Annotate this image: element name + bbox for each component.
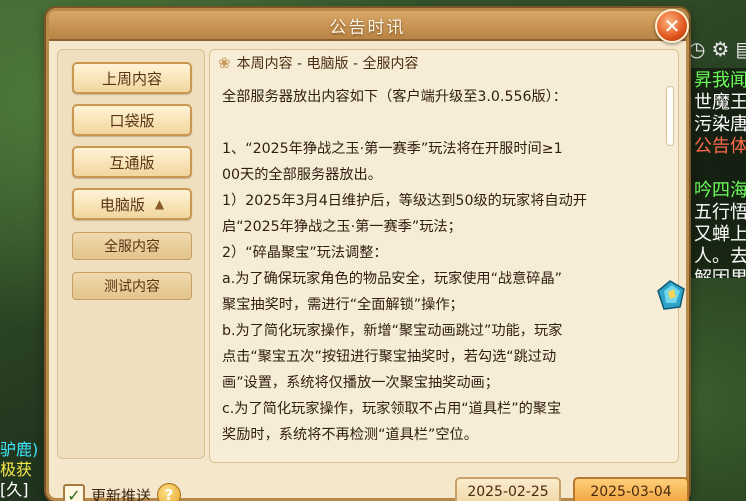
body-line: a.为了确保玩家角色的物品安全，玩家使用“战意碎晶” xyxy=(222,271,563,287)
gem-icon[interactable] xyxy=(652,277,688,313)
sidebar-subitem-test[interactable]: 测试内容 xyxy=(72,272,192,300)
sidebar-item-label: 电脑版 xyxy=(99,195,145,214)
body-line: 点击“聚宝五次”按钮进行聚宝抽奖时，若勾选“跳过动 xyxy=(222,349,557,365)
content-scrollbar[interactable] xyxy=(666,84,674,454)
scrollbar-thumb[interactable] xyxy=(666,86,674,146)
body-line: 1、“2025年狰战之玉·第一赛季”玩法将在开服时间≥1 xyxy=(222,141,563,157)
sidebar-subitem-all-servers[interactable]: 全服内容 xyxy=(72,232,192,260)
sidebar-item-pc[interactable]: 电脑版 ▲ xyxy=(72,188,192,220)
chat-line: 污染唐 xyxy=(694,114,746,135)
content-breadcrumb: ❀ 本周内容 - 电脑版 - 全服内容 xyxy=(218,52,418,74)
help-icon[interactable]: ? xyxy=(157,483,182,501)
right-chat-panel: 昇我闻 世魔王 污染唐 公告体 吟四海 五行悟 又蝉上 人。去 解因果 xyxy=(690,68,746,278)
clock-icon[interactable]: ◷ xyxy=(688,37,705,61)
window-title: 公告时讯 xyxy=(329,17,406,38)
sidebar-item-label: 上周内容 xyxy=(101,69,162,88)
sidebar-subitem-label: 测试内容 xyxy=(104,279,160,295)
update-push-checkbox[interactable]: ✓ xyxy=(63,484,85,501)
gear-icon[interactable]: ⚙ xyxy=(711,37,729,61)
breadcrumb-text: 本周内容 - 电脑版 - 全服内容 xyxy=(236,56,419,72)
announcement-window: 公告时讯 ✕ 上周内容 口袋版 互通版 电脑版 ▲ 全服内容 测试内容 ❀ 本周… xyxy=(46,8,689,501)
date-tab-previous[interactable]: 2025-02-25 xyxy=(455,477,561,501)
date-tab-current[interactable]: 2025-03-04 xyxy=(573,477,689,501)
announcement-body: 全部服务器放出内容如下（客户端升级至3.0.556版）： 1、“2025年狰战之… xyxy=(222,84,662,448)
close-button[interactable]: ✕ xyxy=(655,9,689,43)
chat-line: 昇我闻 xyxy=(694,70,746,91)
left-chat-fragment: 驴鹿) 极获 [久] xyxy=(0,440,46,500)
chat-line: 五行悟 xyxy=(694,202,746,223)
chat-line: 吟四海 xyxy=(694,180,746,201)
body-line: 2）“碎晶聚宝”玩法调整： xyxy=(222,245,388,261)
chat-line: 人。去 xyxy=(694,246,746,267)
sidebar-item-label: 口袋版 xyxy=(109,111,155,130)
collapse-triangle-icon: ▲ xyxy=(154,197,165,211)
sidebar: 上周内容 口袋版 互通版 电脑版 ▲ 全服内容 测试内容 xyxy=(57,49,205,459)
sidebar-subitem-label: 全服内容 xyxy=(104,239,160,255)
update-push-toggle[interactable]: ✓ 更新推送 ? xyxy=(63,483,182,501)
body-line: 全部服务器放出内容如下（客户端升级至3.0.556版）： xyxy=(222,89,567,105)
body-line: 聚宝抽奖时，需进行“全面解锁”操作； xyxy=(222,297,464,313)
window-titlebar[interactable]: 公告时讯 xyxy=(49,11,686,41)
chat-line: 又蝉上 xyxy=(694,224,746,245)
swirl-ornament-icon: ❀ xyxy=(218,54,231,72)
sidebar-item-last-week[interactable]: 上周内容 xyxy=(72,62,192,94)
body-line: 画”设置，系统将仅播放一次聚宝抽奖动画； xyxy=(222,375,499,391)
chat-line xyxy=(694,158,746,180)
body-line: 启“2025年狰战之玉·第一赛季”玩法； xyxy=(222,219,462,235)
body-line: 1）2025年3月4日维护后，等级达到50级的玩家将自动开 xyxy=(222,193,587,209)
left-chat-line: 驴鹿) xyxy=(0,440,39,459)
sidebar-item-label: 互通版 xyxy=(109,153,155,172)
left-chat-line: [久] xyxy=(0,480,29,499)
sidebar-item-pocket[interactable]: 口袋版 xyxy=(72,104,192,136)
body-line: 奖励时，系统将不再检测“道具栏”空位。 xyxy=(222,427,478,443)
body-line: 00天的全部服务器放出。 xyxy=(222,167,382,183)
chat-line: 公告体 xyxy=(694,136,746,157)
date-tab-label: 2025-03-04 xyxy=(590,484,672,500)
date-tab-label: 2025-02-25 xyxy=(467,484,549,500)
right-hud: ◷ ⚙ ▤ xyxy=(686,34,746,64)
sidebar-item-crossplay[interactable]: 互通版 xyxy=(72,146,192,178)
left-chat-line: 极获 xyxy=(0,460,33,479)
update-push-label: 更新推送 xyxy=(91,486,152,501)
body-line: b.为了简化玩家操作，新增“聚宝动画跳过”功能，玩家 xyxy=(222,323,563,339)
body-line xyxy=(222,110,662,136)
chat-line: 世魔王 xyxy=(694,92,746,113)
body-line: c.为了简化玩家操作，玩家领取不占用“道具栏”的聚宝 xyxy=(222,401,562,417)
content-panel: ❀ 本周内容 - 电脑版 - 全服内容 全部服务器放出内容如下（客户端升级至3.… xyxy=(209,49,679,463)
close-icon: ✕ xyxy=(663,14,681,38)
menu-icon[interactable]: ▤ xyxy=(735,37,746,61)
chat-line: 解因果 xyxy=(694,268,746,278)
